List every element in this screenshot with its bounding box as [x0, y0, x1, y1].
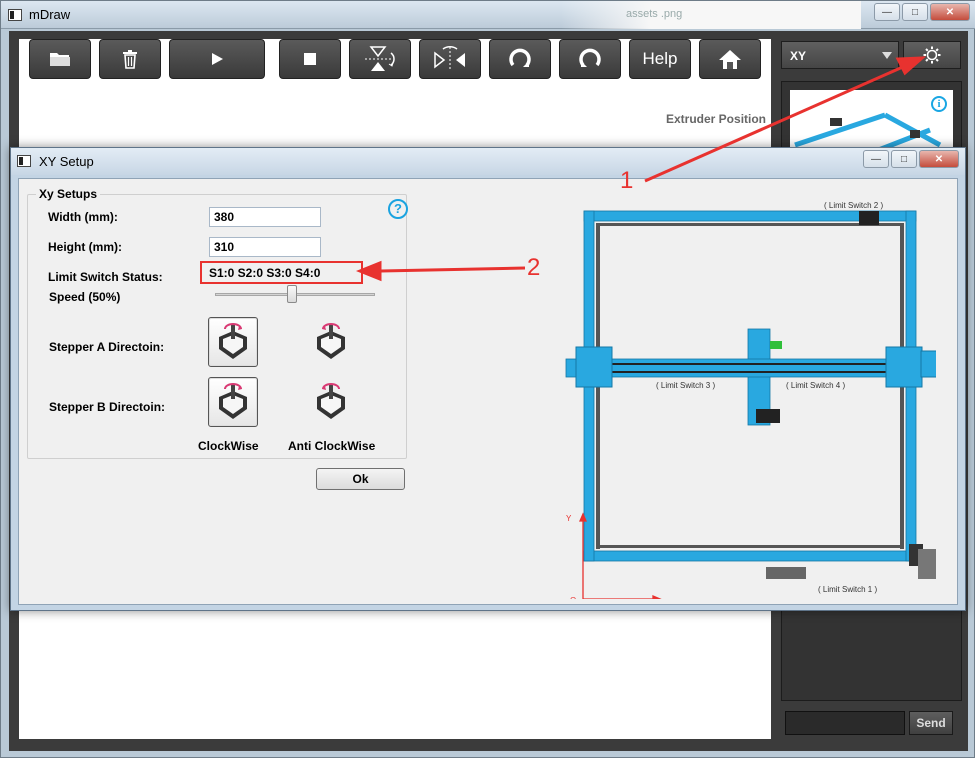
home-button[interactable]: [699, 39, 761, 79]
extruder-position-label: Extruder Position: [666, 112, 767, 126]
anticlockwise-label: Anti ClockWise: [288, 439, 376, 453]
flip-vertical-icon: [365, 46, 395, 71]
rotate-cw-button[interactable]: [489, 39, 551, 79]
ok-button[interactable]: Ok: [316, 468, 405, 490]
trash-icon: [123, 50, 137, 69]
limit-switch-1-label: ( Limit Switch 1 ): [818, 585, 877, 594]
robot-mode-select[interactable]: XY: [781, 41, 899, 69]
flip-horizontal-icon: [434, 46, 465, 71]
flip-vertical-button[interactable]: [349, 39, 411, 79]
setup-button[interactable]: [903, 41, 961, 69]
chevron-down-icon: [882, 52, 892, 59]
limit-switch-2-label: ( Limit Switch 2 ): [824, 201, 883, 210]
clockwise-label: ClockWise: [198, 439, 259, 453]
height-field[interactable]: [209, 237, 321, 257]
xy-setup-dialog: XY Setup — □ ✕ Xy Setups ? Width (mm): H…: [10, 147, 966, 611]
help-icon[interactable]: ?: [388, 199, 408, 219]
stop-icon: [304, 53, 316, 65]
main-titlebar: mDraw assets .png — □ ✕: [1, 1, 975, 29]
motor-anticlockwise-icon: [317, 323, 345, 359]
speed-label: Speed (50%): [49, 290, 121, 304]
help-button[interactable]: Help: [629, 39, 691, 79]
motor-clockwise-icon: [219, 383, 247, 419]
speed-slider-handle[interactable]: [287, 285, 297, 303]
origin-label: O: [570, 596, 576, 599]
width-field[interactable]: [209, 207, 321, 227]
flip-horizontal-button[interactable]: [419, 39, 481, 79]
background-window-peek: assets .png: [561, 1, 861, 29]
limit-switch-4-label: ( Limit Switch 4 ): [786, 381, 845, 390]
xy-plotter-diagram: Y X O ( Limit Switch 2 ) ( Limit Switch …: [565, 201, 936, 599]
limit-switch-highlight: [200, 261, 363, 284]
send-button[interactable]: Send: [909, 711, 953, 735]
stepper-a-label: Stepper A Directoin:: [49, 340, 165, 354]
gear-icon: [923, 46, 941, 64]
rotate-ccw-button[interactable]: [559, 39, 621, 79]
stepper-b-label: Stepper B Directoin:: [49, 400, 166, 414]
stepper-b-clockwise-button[interactable]: [208, 377, 258, 427]
dialog-close-button[interactable]: ✕: [919, 150, 959, 168]
dialog-title: XY Setup: [39, 154, 94, 169]
background-window-text: assets .png: [626, 8, 683, 20]
axis-y-label: Y: [566, 514, 572, 523]
app-icon: [8, 9, 22, 21]
play-icon: [212, 53, 223, 65]
home-icon: [719, 50, 741, 69]
stepper-a-anticlockwise-button[interactable]: [306, 317, 356, 367]
limit-switch-label: Limit Switch Status:: [48, 270, 163, 284]
width-label: Width (mm):: [48, 210, 118, 224]
main-window-title: mDraw: [29, 7, 71, 22]
dialog-minimize-button[interactable]: —: [863, 150, 889, 168]
rotate-ccw-icon: [579, 48, 601, 67]
height-label: Height (mm):: [48, 240, 122, 254]
limit-switch-3-label: ( Limit Switch 3 ): [656, 381, 715, 390]
start-button[interactable]: [169, 39, 265, 79]
motor-clockwise-icon: [219, 323, 247, 359]
annotation-marker-1: 1: [620, 167, 634, 194]
rotate-cw-icon: [509, 48, 531, 67]
group-title: Xy Setups: [36, 187, 101, 201]
clear-button[interactable]: [99, 39, 161, 79]
stepper-a-clockwise-button[interactable]: [208, 317, 258, 367]
close-button[interactable]: ✕: [930, 3, 970, 21]
folder-icon: [50, 53, 70, 66]
dialog-titlebar: XY Setup — □ ✕: [11, 148, 965, 175]
stop-button[interactable]: [279, 39, 341, 79]
minimize-button[interactable]: —: [874, 3, 900, 21]
stepper-b-anticlockwise-button[interactable]: [306, 377, 356, 427]
annotation-marker-2: 2: [527, 254, 541, 281]
maximize-button[interactable]: □: [902, 3, 928, 21]
dialog-client-area: Xy Setups ? Width (mm): Height (mm): Lim…: [18, 178, 958, 605]
open-file-button[interactable]: [29, 39, 91, 79]
info-icon[interactable]: i: [931, 96, 947, 112]
dialog-maximize-button[interactable]: □: [891, 150, 917, 168]
gcode-command-input[interactable]: [785, 711, 905, 735]
dialog-app-icon: [17, 155, 31, 167]
robot-mode-value: XY: [790, 49, 807, 63]
motor-anticlockwise-icon: [317, 383, 345, 419]
